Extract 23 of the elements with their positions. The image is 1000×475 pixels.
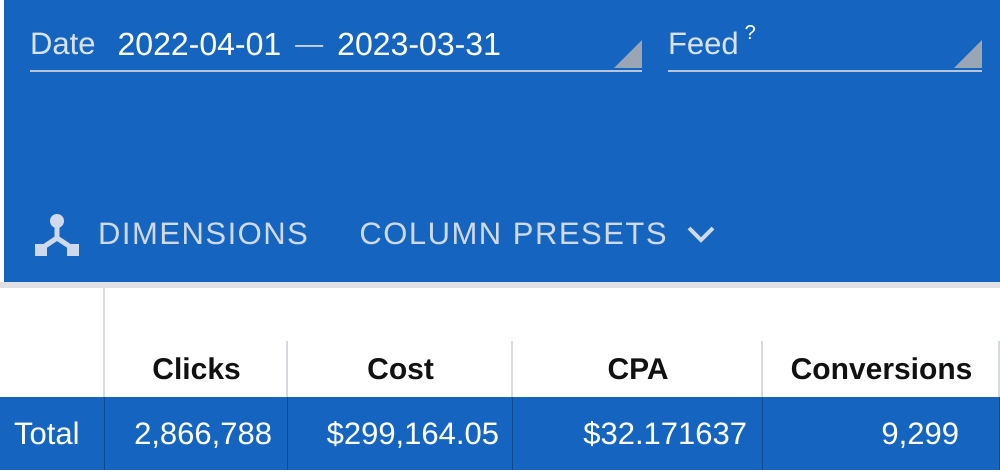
end-date: 2023-03-31 bbox=[337, 26, 501, 62]
field-label: Date bbox=[30, 26, 96, 62]
start-date: 2022-04-01 bbox=[117, 26, 282, 62]
column-header[interactable]: Conversions bbox=[790, 353, 972, 387]
dropdown-icon[interactable] bbox=[614, 40, 642, 68]
chevron-down-icon bbox=[686, 224, 716, 244]
total-cell: 2,866,788 bbox=[105, 397, 288, 470]
total-label: Total bbox=[0, 397, 105, 470]
total-cell: 9,299 bbox=[763, 397, 1000, 470]
hierarchy-icon bbox=[34, 212, 80, 256]
total-cell: $299,164.05 bbox=[288, 397, 513, 470]
column-presets-button[interactable]: COLUMN PRESETS bbox=[359, 216, 716, 252]
help-mark[interactable]: ? bbox=[744, 22, 756, 45]
date-range-field[interactable]: Date 2022-04-01 — 2023-03-31 bbox=[30, 18, 642, 72]
column-header[interactable]: CPA bbox=[607, 353, 669, 387]
feed-select-field[interactable]: Feed ? bbox=[668, 18, 982, 72]
column-header[interactable]: Cost bbox=[367, 353, 434, 387]
total-cell: $32.171637 bbox=[513, 397, 763, 470]
column-header[interactable]: Clicks bbox=[152, 353, 241, 387]
field-label: Feed bbox=[668, 26, 739, 62]
dimensions-button[interactable]: DIMENSIONS bbox=[34, 212, 310, 256]
dropdown-icon[interactable] bbox=[954, 40, 982, 68]
range-separator: — bbox=[295, 28, 324, 60]
